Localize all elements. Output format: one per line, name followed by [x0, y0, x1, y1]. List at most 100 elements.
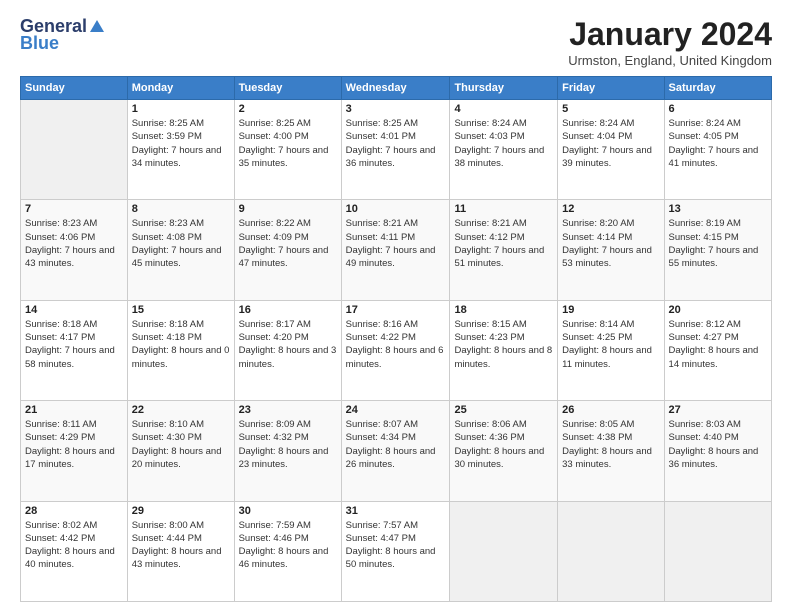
day-detail: Sunrise: 8:17 AMSunset: 4:20 PMDaylight:… — [239, 318, 337, 371]
table-row: 7 Sunrise: 8:23 AMSunset: 4:06 PMDaylight… — [21, 200, 128, 300]
day-number: 9 — [239, 203, 337, 215]
header: General Blue January 2024 Urmston, Engla… — [20, 16, 772, 68]
table-row: 13 Sunrise: 8:19 AMSunset: 4:15 PMDayligh… — [664, 200, 771, 300]
day-number: 24 — [346, 404, 446, 416]
month-title: January 2024 — [568, 16, 772, 53]
day-detail: Sunrise: 8:16 AMSunset: 4:22 PMDaylight:… — [346, 318, 446, 371]
col-thursday: Thursday — [450, 77, 558, 100]
table-row: 28 Sunrise: 8:02 AMSunset: 4:42 PMDayligh… — [21, 501, 128, 601]
table-row: 16 Sunrise: 8:17 AMSunset: 4:20 PMDayligh… — [234, 300, 341, 400]
day-detail: Sunrise: 8:19 AMSunset: 4:15 PMDaylight:… — [669, 217, 767, 270]
calendar-week-row: 21 Sunrise: 8:11 AMSunset: 4:29 PMDayligh… — [21, 401, 772, 501]
table-row: 10Sunrise: 8:21 AMSunset: 4:11 PMDayligh… — [341, 200, 450, 300]
day-detail: Sunrise: 8:12 AMSunset: 4:27 PMDaylight:… — [669, 318, 767, 371]
calendar-page: General Blue January 2024 Urmston, Engla… — [0, 0, 792, 612]
col-tuesday: Tuesday — [234, 77, 341, 100]
calendar-week-row: 28 Sunrise: 8:02 AMSunset: 4:42 PMDayligh… — [21, 501, 772, 601]
calendar-header-row: Sunday Monday Tuesday Wednesday Thursday… — [21, 77, 772, 100]
table-row: 20Sunrise: 8:12 AMSunset: 4:27 PMDayligh… — [664, 300, 771, 400]
day-number: 23 — [239, 404, 337, 416]
logo-icon — [88, 18, 106, 36]
day-detail: Sunrise: 8:24 AMSunset: 4:05 PMDaylight:… — [669, 117, 767, 170]
day-detail: Sunrise: 8:21 AMSunset: 4:12 PMDaylight:… — [454, 217, 553, 270]
table-row — [450, 501, 558, 601]
day-number: 17 — [346, 304, 446, 316]
day-detail: Sunrise: 8:11 AMSunset: 4:29 PMDaylight:… — [25, 418, 123, 471]
calendar-week-row: 1Sunrise: 8:25 AMSunset: 3:59 PMDaylight… — [21, 100, 772, 200]
table-row: 11 Sunrise: 8:21 AMSunset: 4:12 PMDayligh… — [450, 200, 558, 300]
day-detail: Sunrise: 8:09 AMSunset: 4:32 PMDaylight:… — [239, 418, 337, 471]
table-row — [664, 501, 771, 601]
day-number: 31 — [346, 505, 446, 517]
day-detail: Sunrise: 8:02 AMSunset: 4:42 PMDaylight:… — [25, 519, 123, 572]
day-number: 8 — [132, 203, 230, 215]
day-number: 30 — [239, 505, 337, 517]
table-row: 3 Sunrise: 8:25 AMSunset: 4:01 PMDaylight… — [341, 100, 450, 200]
day-number: 11 — [454, 203, 553, 215]
table-row: 6Sunrise: 8:24 AMSunset: 4:05 PMDaylight… — [664, 100, 771, 200]
day-number: 5 — [562, 103, 659, 115]
day-number: 7 — [25, 203, 123, 215]
day-detail: Sunrise: 8:25 AMSunset: 4:00 PMDaylight:… — [239, 117, 337, 170]
day-number: 16 — [239, 304, 337, 316]
table-row: 1Sunrise: 8:25 AMSunset: 3:59 PMDaylight… — [127, 100, 234, 200]
day-detail: Sunrise: 8:05 AMSunset: 4:38 PMDaylight:… — [562, 418, 659, 471]
location: Urmston, England, United Kingdom — [568, 53, 772, 68]
day-detail: Sunrise: 8:10 AMSunset: 4:30 PMDaylight:… — [132, 418, 230, 471]
day-number: 26 — [562, 404, 659, 416]
calendar-week-row: 7 Sunrise: 8:23 AMSunset: 4:06 PMDaylight… — [21, 200, 772, 300]
day-detail: Sunrise: 8:18 AMSunset: 4:18 PMDaylight:… — [132, 318, 230, 371]
table-row: 25 Sunrise: 8:06 AMSunset: 4:36 PMDayligh… — [450, 401, 558, 501]
day-detail: Sunrise: 8:24 AMSunset: 4:03 PMDaylight:… — [454, 117, 553, 170]
table-row: 9 Sunrise: 8:22 AMSunset: 4:09 PMDaylight… — [234, 200, 341, 300]
col-wednesday: Wednesday — [341, 77, 450, 100]
day-number: 28 — [25, 505, 123, 517]
calendar-table: Sunday Monday Tuesday Wednesday Thursday… — [20, 76, 772, 602]
day-detail: Sunrise: 7:57 AMSunset: 4:47 PMDaylight:… — [346, 519, 446, 572]
table-row: 19Sunrise: 8:14 AMSunset: 4:25 PMDayligh… — [558, 300, 664, 400]
col-friday: Friday — [558, 77, 664, 100]
calendar-week-row: 14 Sunrise: 8:18 AMSunset: 4:17 PMDayligh… — [21, 300, 772, 400]
table-row: 15 Sunrise: 8:18 AMSunset: 4:18 PMDayligh… — [127, 300, 234, 400]
day-number: 2 — [239, 103, 337, 115]
table-row: 24 Sunrise: 8:07 AMSunset: 4:34 PMDayligh… — [341, 401, 450, 501]
day-detail: Sunrise: 8:07 AMSunset: 4:34 PMDaylight:… — [346, 418, 446, 471]
day-number: 19 — [562, 304, 659, 316]
day-detail: Sunrise: 8:23 AMSunset: 4:08 PMDaylight:… — [132, 217, 230, 270]
logo-blue-text: Blue — [20, 33, 59, 54]
day-detail: Sunrise: 8:22 AMSunset: 4:09 PMDaylight:… — [239, 217, 337, 270]
table-row: 31 Sunrise: 7:57 AMSunset: 4:47 PMDayligh… — [341, 501, 450, 601]
day-detail: Sunrise: 8:18 AMSunset: 4:17 PMDaylight:… — [25, 318, 123, 371]
day-number: 15 — [132, 304, 230, 316]
table-row: 12Sunrise: 8:20 AMSunset: 4:14 PMDayligh… — [558, 200, 664, 300]
day-number: 25 — [454, 404, 553, 416]
day-number: 21 — [25, 404, 123, 416]
table-row — [21, 100, 128, 200]
title-block: January 2024 Urmston, England, United Ki… — [568, 16, 772, 68]
day-number: 14 — [25, 304, 123, 316]
table-row — [558, 501, 664, 601]
table-row: 27Sunrise: 8:03 AMSunset: 4:40 PMDayligh… — [664, 401, 771, 501]
day-detail: Sunrise: 8:23 AMSunset: 4:06 PMDaylight:… — [25, 217, 123, 270]
day-detail: Sunrise: 8:25 AMSunset: 4:01 PMDaylight:… — [346, 117, 446, 170]
table-row: 26 Sunrise: 8:05 AMSunset: 4:38 PMDayligh… — [558, 401, 664, 501]
day-number: 3 — [346, 103, 446, 115]
day-number: 18 — [454, 304, 553, 316]
day-number: 27 — [669, 404, 767, 416]
day-detail: Sunrise: 8:21 AMSunset: 4:11 PMDaylight:… — [346, 217, 446, 270]
day-number: 13 — [669, 203, 767, 215]
col-saturday: Saturday — [664, 77, 771, 100]
day-detail: Sunrise: 8:00 AMSunset: 4:44 PMDaylight:… — [132, 519, 230, 572]
table-row: 14 Sunrise: 8:18 AMSunset: 4:17 PMDayligh… — [21, 300, 128, 400]
day-number: 1 — [132, 103, 230, 115]
table-row: 4 Sunrise: 8:24 AMSunset: 4:03 PMDaylight… — [450, 100, 558, 200]
table-row: 23 Sunrise: 8:09 AMSunset: 4:32 PMDayligh… — [234, 401, 341, 501]
table-row: 22Sunrise: 8:10 AMSunset: 4:30 PMDayligh… — [127, 401, 234, 501]
day-detail: Sunrise: 8:06 AMSunset: 4:36 PMDaylight:… — [454, 418, 553, 471]
day-number: 12 — [562, 203, 659, 215]
col-sunday: Sunday — [21, 77, 128, 100]
day-number: 4 — [454, 103, 553, 115]
day-detail: Sunrise: 7:59 AMSunset: 4:46 PMDaylight:… — [239, 519, 337, 572]
day-detail: Sunrise: 8:15 AMSunset: 4:23 PMDaylight:… — [454, 318, 553, 371]
table-row: 8 Sunrise: 8:23 AMSunset: 4:08 PMDaylight… — [127, 200, 234, 300]
